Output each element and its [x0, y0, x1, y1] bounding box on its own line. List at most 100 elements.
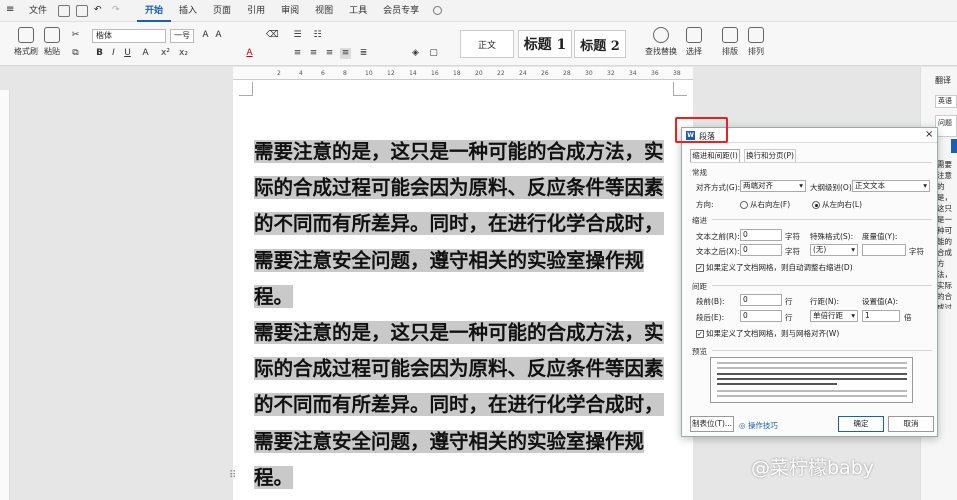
distribute-icon[interactable]: ≣ [358, 48, 369, 59]
align-justify-icon[interactable]: ≡ [340, 48, 351, 59]
cancel-button[interactable]: 取消 [888, 416, 934, 432]
auto-indent-checkbox[interactable]: ✓ 如果定义了文档网格，则自动调整右缩进(D) [696, 262, 853, 273]
tab-line-page-break[interactable]: 换行和分页(P) [744, 149, 796, 162]
close-icon[interactable]: × [925, 129, 933, 140]
unit-line-label: 行 [785, 297, 793, 306]
hamburger-icon[interactable]: ≡ [6, 4, 18, 17]
set-value-label: 设置值(A): [862, 297, 899, 306]
grid-align-checkbox[interactable]: ✓ 如果定义了文档网格，则与网格对齐(W) [696, 328, 839, 339]
italic-icon[interactable]: I [108, 48, 119, 59]
find-replace-button[interactable]: 查找替换 [645, 27, 677, 57]
preview-line [717, 378, 907, 380]
special-format-select[interactable]: (无) ▾ [810, 244, 858, 256]
subscript-icon[interactable]: x₂ [178, 48, 189, 59]
align-left-icon[interactable]: ≡ [292, 48, 303, 59]
paragraph[interactable]: 需要注意的是，这只是一种可能的合成方法，实际的合成过程可能会因为原料、反应条件等… [254, 140, 664, 308]
redo-icon[interactable]: ↷ [112, 5, 124, 17]
bold-icon[interactable]: B [94, 48, 105, 59]
tab-insert[interactable]: 插入 [171, 0, 205, 22]
grow-font-icon[interactable]: A [200, 30, 211, 41]
style-heading-2[interactable]: 标题 2 [574, 30, 626, 58]
preview-line [717, 383, 837, 385]
bullets-icon[interactable]: ☰ [292, 30, 303, 41]
section-divider [712, 350, 932, 351]
drag-handle-icon[interactable]: ⠿ [229, 470, 236, 481]
ok-button[interactable]: 确定 [838, 416, 884, 432]
document-body[interactable]: 需要注意的是，这只是一种可能的合成方法，实际的合成过程可能会因为原料、反应条件等… [254, 134, 676, 496]
align-label: 对齐方式(G): [696, 183, 741, 192]
ruler-tick-label: 10 [365, 70, 373, 77]
measure-input[interactable] [862, 244, 906, 256]
paragraph[interactable]: 需要注意的是，这只是一种可能的合成方法，实际的合成过程可能会因为原料、反应条件等… [254, 321, 664, 489]
tab-divider [690, 162, 932, 163]
font-name-select[interactable]: 楷体 [92, 29, 166, 43]
superscript-icon[interactable]: x² [160, 48, 171, 59]
undo-icon[interactable]: ↶ [94, 5, 106, 17]
direction-label: 方向: [696, 200, 714, 209]
print-icon[interactable] [76, 4, 89, 17]
rtl-radio[interactable]: 从右向左(F) [740, 199, 790, 210]
translate-button[interactable] [951, 139, 957, 153]
cut-icon[interactable]: ✂ [70, 30, 81, 41]
set-value-input[interactable]: 1 [862, 310, 900, 322]
tab-member[interactable]: 会员专享 [375, 0, 427, 22]
space-after-input[interactable]: 0 [740, 310, 782, 322]
font-color-icon[interactable]: A [244, 48, 255, 59]
format-painter-button[interactable]: 格式刷 [14, 27, 38, 57]
ribbon: 格式刷 粘贴 ✂ ⧉ 楷体 一号 A A B I U A x² x₂ A ⌫ ☰… [0, 22, 957, 66]
numbering-icon[interactable]: ☷ [312, 30, 323, 41]
before-text-input[interactable]: 0 [740, 229, 782, 241]
tab-reference[interactable]: 引用 [239, 0, 273, 22]
tab-page[interactable]: 页面 [205, 0, 239, 22]
arrange-button[interactable]: 排列 [748, 27, 764, 57]
select-button[interactable]: 选择 [686, 27, 702, 57]
shrink-font-icon[interactable]: A [213, 30, 224, 41]
preview-line [717, 373, 907, 375]
style-normal[interactable]: 正文 [460, 30, 514, 58]
ltr-radio[interactable]: 从左向右(L) [812, 199, 862, 210]
ruler-tick-label: 18 [453, 70, 461, 77]
ruler-tick-label: 28 [563, 70, 571, 77]
after-text-input[interactable]: 0 [740, 244, 782, 256]
tips-link[interactable]: ◎ 操作技巧 [739, 420, 778, 431]
space-before-input[interactable]: 0 [740, 294, 782, 306]
special-format-label: 特殊格式(S): [810, 232, 854, 241]
tab-indent-spacing[interactable]: 缩进和间距(I) [690, 149, 740, 162]
search-icon[interactable] [433, 6, 443, 15]
align-select[interactable]: 两端对齐 ▾ [740, 180, 806, 192]
save-icon[interactable] [58, 4, 71, 17]
language-select[interactable]: 英语 [935, 95, 957, 108]
tab-review[interactable]: 审阅 [273, 0, 307, 22]
menu-bar: ≡ 文件 ↶ ↷ 开始 插入 页面 引用 审阅 视图 工具 会员专享 [0, 0, 957, 22]
border-icon[interactable]: ▢ [428, 48, 439, 59]
margin-corner [673, 82, 687, 96]
section-divider [712, 285, 932, 286]
font-size-select[interactable]: 一号 [170, 29, 194, 43]
preview-line [717, 367, 907, 369]
shading-icon[interactable]: ◈ [410, 48, 421, 59]
copy-icon[interactable]: ⧉ [70, 48, 81, 59]
ruler-tick-label: 4 [299, 70, 303, 77]
strikethrough-icon[interactable]: A [140, 48, 151, 59]
outline-select[interactable]: 正文文本 ▾ [852, 180, 930, 192]
magnifier-icon [653, 27, 669, 43]
tab-tools[interactable]: 工具 [341, 0, 375, 22]
translation-text: 需要注意的是，这只是一种可能的合成方法，实际的合成过程可能会因为原料、反应条件等… [937, 160, 952, 309]
underline-icon[interactable]: U [122, 48, 133, 59]
tab-view[interactable]: 视图 [307, 0, 341, 22]
section-general: 常规 [692, 168, 707, 177]
tabs-button[interactable]: 制表位(T)... [690, 416, 734, 432]
align-right-icon[interactable]: ≡ [324, 48, 335, 59]
question-input[interactable]: 问题 [935, 115, 957, 137]
paste-button[interactable]: 粘贴 [44, 27, 60, 57]
align-center-icon[interactable]: ≡ [308, 48, 319, 59]
line-spacing-select[interactable]: 单倍行距 ▾ [810, 310, 858, 322]
style-heading-1[interactable]: 标题 1 [518, 30, 572, 58]
menu-file[interactable]: 文件 [21, 0, 55, 22]
tab-home[interactable]: 开始 [137, 0, 172, 22]
layout-button[interactable]: 排版 [722, 27, 738, 57]
eraser-icon[interactable]: ⌫ [266, 30, 279, 41]
section-divider [712, 219, 932, 220]
measure-label: 度量值(Y): [862, 232, 898, 241]
arrange-icon [748, 27, 764, 43]
